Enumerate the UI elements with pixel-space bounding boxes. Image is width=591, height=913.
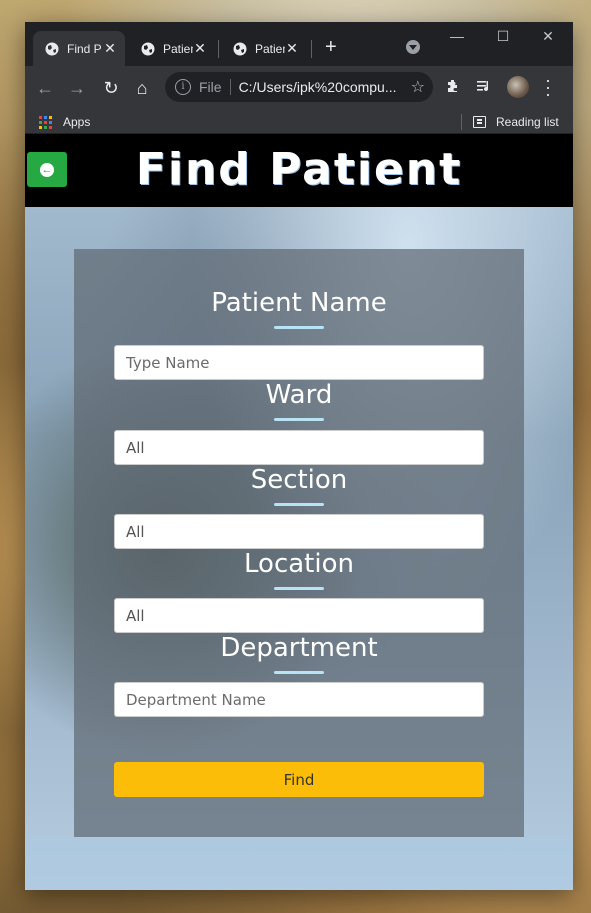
section-underline xyxy=(274,503,324,506)
tab-title: Patien xyxy=(163,41,193,56)
location-label: Location xyxy=(244,549,354,579)
menu-icon[interactable]: · · · xyxy=(543,71,553,103)
search-form-panel: Patient Name Ward Section Location Depar… xyxy=(74,249,524,837)
address-divider xyxy=(229,79,231,95)
location-field[interactable] xyxy=(114,598,484,633)
patient-name-input[interactable] xyxy=(114,345,484,380)
section-field[interactable] xyxy=(114,514,484,549)
department-underline xyxy=(274,671,324,674)
tab-divider xyxy=(311,40,312,58)
new-tab-button[interactable]: + xyxy=(325,37,337,57)
tab-title: Patien xyxy=(255,41,285,56)
reading-list-icon[interactable] xyxy=(473,116,486,128)
close-icon[interactable]: ✕ xyxy=(285,40,299,57)
back-icon[interactable]: ← xyxy=(35,78,55,98)
patient-name-underline xyxy=(274,326,324,329)
reading-list-link[interactable]: Reading list xyxy=(496,115,559,129)
star-icon[interactable]: ☆ xyxy=(411,77,425,97)
find-button[interactable]: Find xyxy=(114,762,484,797)
tab-divider xyxy=(218,40,219,58)
patient-name-label: Patient Name xyxy=(211,288,387,318)
department-input[interactable] xyxy=(114,682,484,717)
reload-icon[interactable]: ↻ xyxy=(101,78,121,98)
page-footer-area xyxy=(25,837,573,890)
tab-find-patient[interactable]: Find P ✕ xyxy=(33,31,125,66)
close-icon[interactable]: ✕ xyxy=(193,40,207,57)
globe-icon xyxy=(141,42,155,56)
apps-link[interactable]: Apps xyxy=(63,115,90,129)
maximize-icon[interactable]: ☐ xyxy=(493,28,513,45)
ward-underline xyxy=(274,418,324,421)
url-text[interactable]: C:/Users/ipk%20compu... xyxy=(239,79,399,95)
address-bar[interactable]: i File C:/Users/ipk%20compu... ☆ xyxy=(165,72,433,102)
location-underline xyxy=(274,587,324,590)
department-label: Department xyxy=(220,633,378,663)
home-icon[interactable]: ⌂ xyxy=(132,78,152,98)
extensions-icon[interactable] xyxy=(443,78,463,98)
tab-patient-1[interactable]: Patien ✕ xyxy=(129,31,215,66)
profile-avatar[interactable] xyxy=(507,76,529,98)
minimize-icon[interactable]: — xyxy=(447,28,467,44)
apps-grid-icon[interactable] xyxy=(39,116,52,129)
bookmarks-divider xyxy=(461,114,462,130)
section-label: Section xyxy=(250,465,348,495)
scheme-label: File xyxy=(199,79,222,95)
globe-icon xyxy=(233,42,247,56)
browser-window: Find P ✕ Patien ✕ Patien ✕ + — ☐ ✕ ← → ↻… xyxy=(25,22,573,890)
media-icon[interactable] xyxy=(474,78,494,98)
globe-icon xyxy=(45,42,59,56)
page-content: ← Find Patient Patient Name Ward Section… xyxy=(25,134,573,890)
forward-icon[interactable]: → xyxy=(67,78,87,98)
page-title: Find Patient xyxy=(135,144,463,195)
tab-search-icon[interactable] xyxy=(406,40,420,54)
window-close-icon[interactable]: ✕ xyxy=(538,28,558,45)
tab-title: Find P xyxy=(67,41,102,56)
bookmarks-bar: Apps Reading list xyxy=(25,110,573,134)
info-icon[interactable]: i xyxy=(175,79,191,95)
ward-label: Ward xyxy=(265,380,333,410)
browser-toolbar: ← → ↻ ⌂ i File C:/Users/ipk%20compu... ☆… xyxy=(25,66,573,110)
close-icon[interactable]: ✕ xyxy=(103,40,117,57)
tab-strip: Find P ✕ Patien ✕ Patien ✕ + — ☐ ✕ xyxy=(25,22,573,66)
page-header: ← Find Patient xyxy=(25,134,573,207)
tab-patient-2[interactable]: Patien ✕ xyxy=(221,31,307,66)
ward-field[interactable] xyxy=(114,430,484,465)
